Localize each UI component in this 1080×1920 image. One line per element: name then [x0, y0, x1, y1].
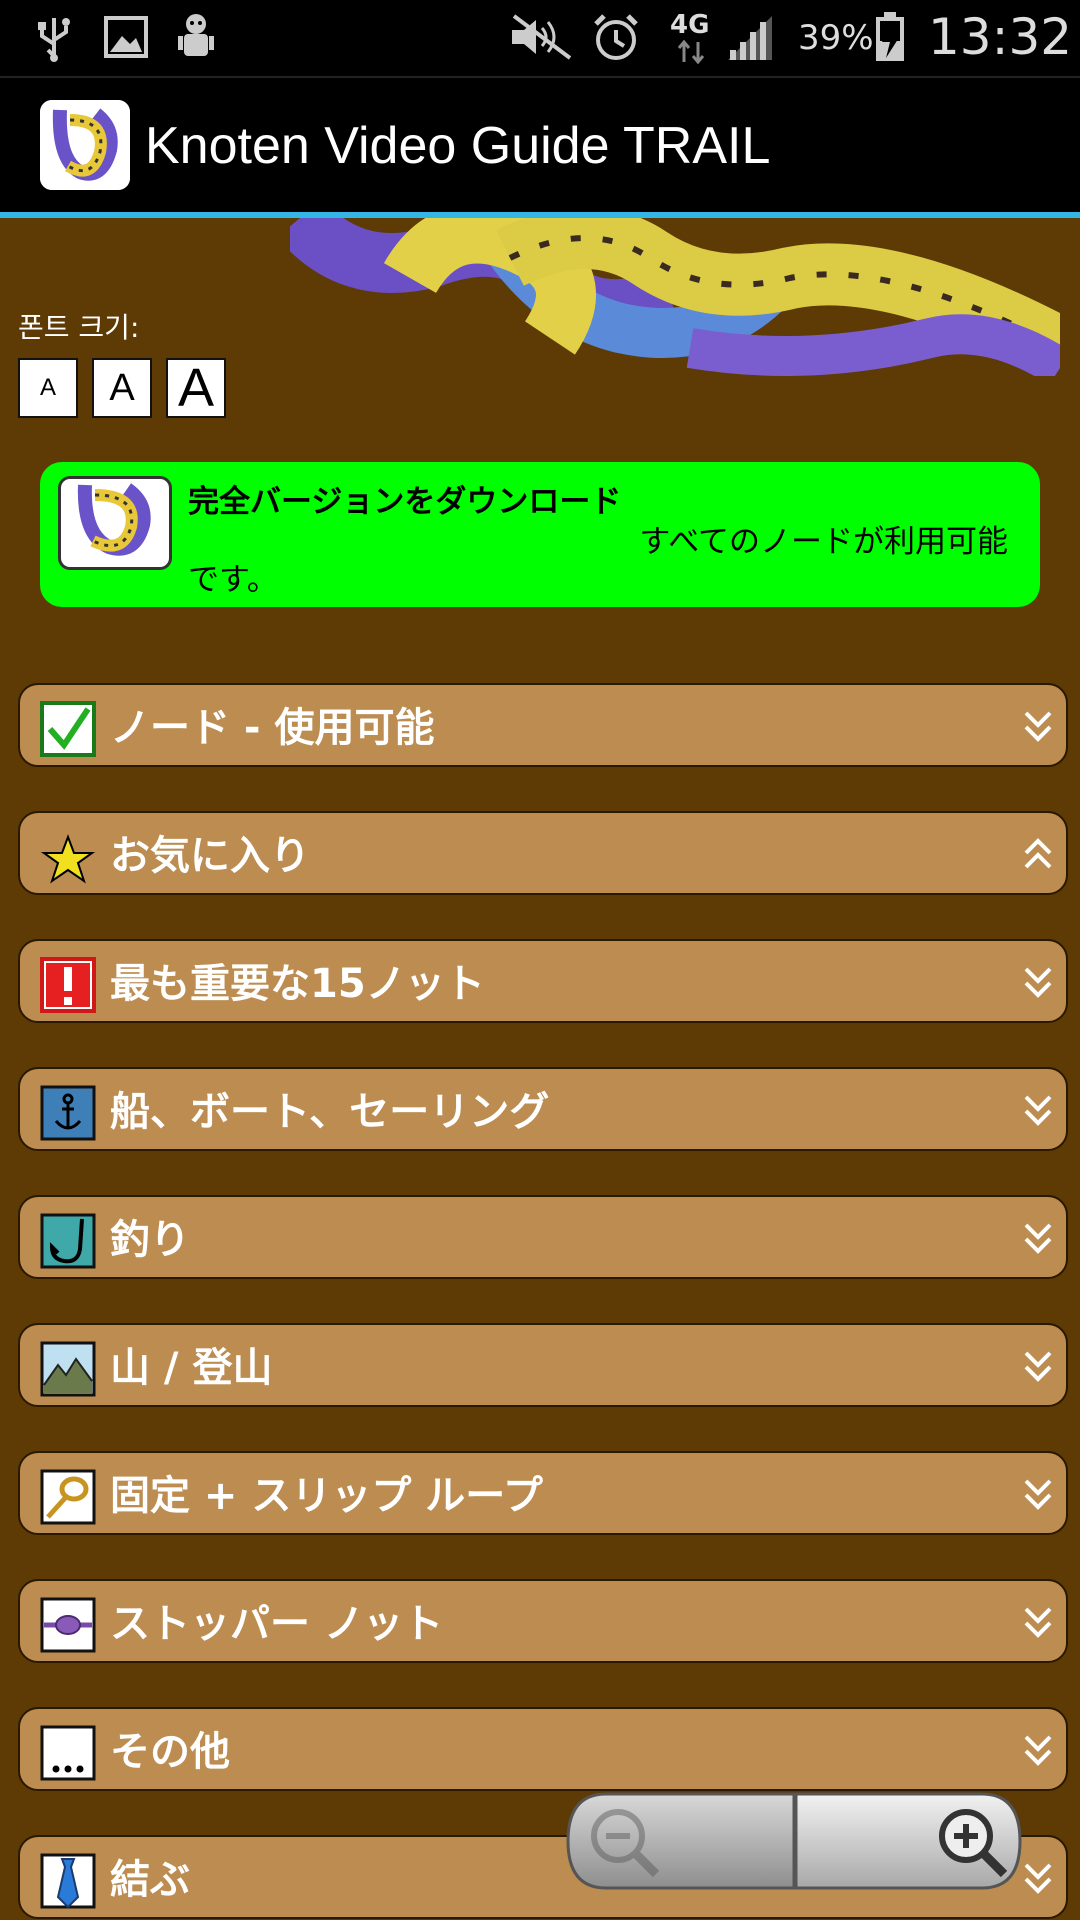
knot-app-icon[interactable]: [40, 100, 130, 190]
exclamation-icon: [40, 957, 96, 1013]
android-debug-icon: [178, 14, 214, 56]
fishing-hook-icon: [40, 1213, 96, 1269]
font-size-large-button[interactable]: A: [166, 358, 226, 418]
category-fishing[interactable]: 釣り: [18, 1195, 1068, 1279]
download-full-version-banner[interactable]: 完全バージョンをダウンロード すべてのノードが利用可能 です。: [40, 462, 1040, 607]
promo-subtitle: すべてのノードが利用可能: [639, 524, 1008, 560]
status-bar: 4G 39% 13:32: [0, 0, 1080, 76]
category-label: 船、ボート、セーリング: [110, 1089, 550, 1135]
battery-percent: 39%: [798, 18, 874, 58]
font-size-medium-button[interactable]: A: [92, 358, 152, 418]
signal-icon: [728, 16, 772, 60]
chevron-down-icon: [1024, 1095, 1052, 1126]
category-other[interactable]: その他: [18, 1707, 1068, 1791]
knot-app-icon: [58, 476, 172, 570]
chevron-up-icon: [1024, 838, 1052, 869]
category-boats-sailing[interactable]: 船、ボート、セーリング: [18, 1067, 1068, 1151]
mountain-icon: [40, 1341, 96, 1397]
category-top-15-knots[interactable]: 最も重要な15ノット: [18, 939, 1068, 1023]
category-stopper-knots[interactable]: ストッパー ノット: [18, 1579, 1068, 1663]
chevron-down-icon: [1024, 1479, 1052, 1510]
chevron-down-icon: [1024, 1351, 1052, 1382]
category-label: 山 / 登山: [110, 1345, 273, 1391]
promo-subtitle-continued: です。: [188, 562, 278, 598]
category-available-knots[interactable]: ノード - 使用可能: [18, 683, 1068, 767]
category-label: 釣り: [110, 1217, 190, 1263]
network-arrows-icon: [677, 40, 705, 64]
ellipsis-icon: [40, 1725, 96, 1781]
image-icon: [104, 16, 148, 58]
knot-header-image: [290, 218, 1060, 376]
category-label: ノード - 使用可能: [110, 705, 435, 751]
category-favorites[interactable]: お気に入り: [18, 811, 1068, 895]
promo-title: 完全バージョンをダウンロード: [188, 484, 622, 520]
font-size-label: 폰트 크기:: [18, 311, 140, 344]
chevron-down-icon: [1024, 967, 1052, 998]
network-type: 4G: [670, 10, 710, 40]
battery-charging-icon: [876, 12, 904, 61]
category-label: 結ぶ: [110, 1857, 190, 1903]
chevron-down-icon: [1024, 711, 1052, 742]
alarm-icon: [594, 14, 638, 60]
tie-icon: [40, 1853, 96, 1909]
clock: 13:32: [928, 8, 1073, 66]
app-title: Knoten Video Guide TRAIL: [145, 117, 771, 175]
chevron-down-icon: [1024, 1735, 1052, 1766]
category-mountain-climbing[interactable]: 山 / 登山: [18, 1323, 1068, 1407]
mute-icon: [512, 14, 572, 60]
star-icon: [40, 834, 96, 884]
loop-knot-icon: [40, 1469, 96, 1525]
stopper-knot-icon: [40, 1597, 96, 1653]
anchor-icon: [40, 1085, 96, 1141]
category-label: ストッパー ノット: [110, 1601, 444, 1647]
checkbox-checked-icon: [40, 701, 96, 757]
usb-icon: [38, 18, 70, 62]
chevron-down-icon: [1024, 1863, 1052, 1894]
category-label: その他: [110, 1729, 230, 1775]
chevron-down-icon: [1024, 1223, 1052, 1254]
category-label: 最も重要な15ノット: [110, 961, 485, 1007]
category-label: 固定 + スリップ ループ: [110, 1473, 543, 1519]
category-fixed-slip-loops[interactable]: 固定 + スリップ ループ: [18, 1451, 1068, 1535]
font-size-small-button[interactable]: A: [18, 358, 78, 418]
zoom-controls: [566, 1792, 1022, 1890]
chevron-down-icon: [1024, 1607, 1052, 1638]
category-label: お気に入り: [110, 833, 310, 879]
